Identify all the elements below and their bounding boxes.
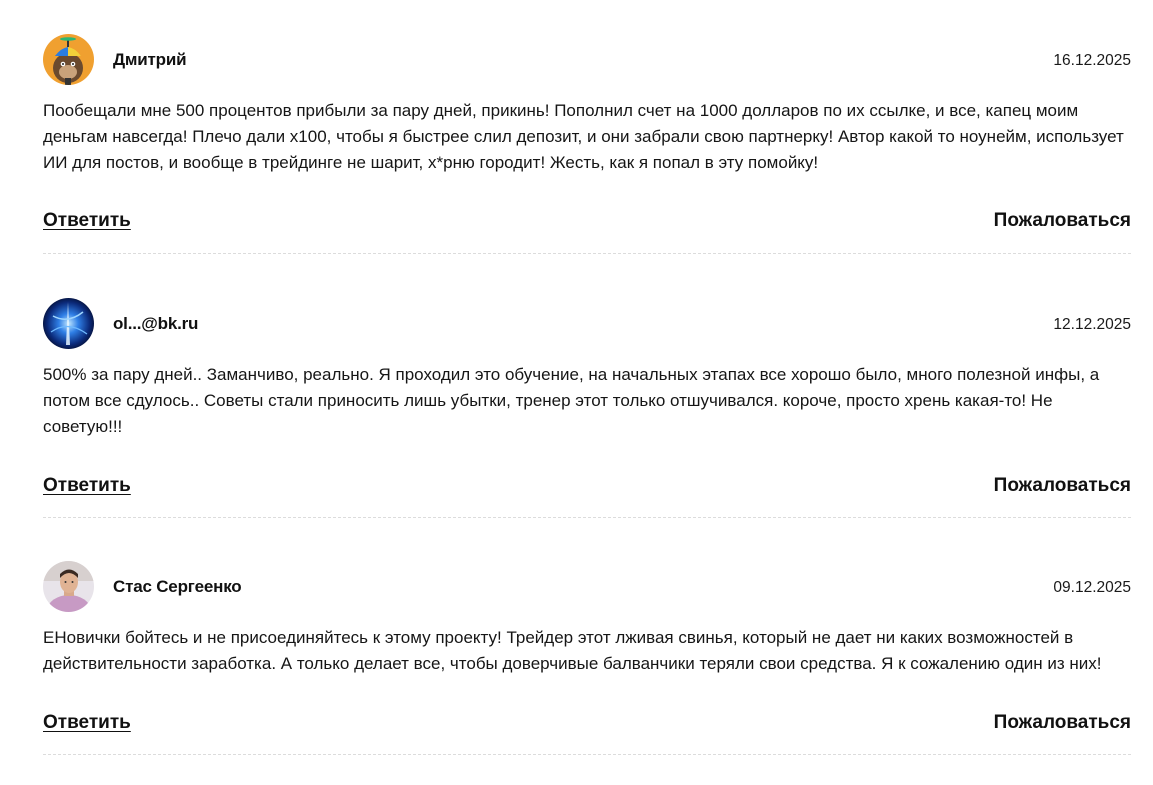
comment-actions: Ответить Пожаловаться	[43, 712, 1131, 738]
comment-date: 09.12.2025	[1053, 579, 1131, 596]
avatar[interactable]	[43, 298, 94, 349]
avatar[interactable]	[43, 561, 94, 612]
comment-text: ЕНовички бойтесь и не присоединяйтесь к …	[43, 628, 1102, 673]
user-photo-avatar-icon	[43, 561, 94, 612]
report-button[interactable]: Пожаловаться	[994, 712, 1131, 734]
blue-light-abstract-avatar-icon	[43, 298, 94, 349]
comment-header: ol...@bk.ru 12.12.2025	[43, 298, 1131, 350]
comment-author: Стас Сергеенко	[113, 577, 242, 596]
reply-button[interactable]: Ответить	[43, 475, 131, 497]
comment-author: ol...@bk.ru	[113, 314, 199, 333]
comment-actions: Ответить Пожаловаться	[43, 475, 1131, 501]
comment-item: Стас Сергеенко 09.12.2025 ЕНовички бойте…	[43, 561, 1131, 755]
comment-header: Дмитрий 16.12.2025	[43, 34, 1131, 86]
reply-button[interactable]: Ответить	[43, 210, 131, 232]
comment-header: Стас Сергеенко 09.12.2025	[43, 561, 1131, 613]
comment-divider	[43, 754, 1131, 755]
comment-actions: Ответить Пожаловаться	[43, 210, 1131, 236]
report-button[interactable]: Пожаловаться	[994, 475, 1131, 497]
comments-list: Дмитрий 16.12.2025 Пообещали мне 500 про…	[0, 0, 1153, 785]
comment-date: 16.12.2025	[1053, 52, 1131, 69]
comment-item: Дмитрий 16.12.2025 Пообещали мне 500 про…	[43, 34, 1131, 254]
reply-button[interactable]: Ответить	[43, 712, 131, 734]
comment-item: ol...@bk.ru 12.12.2025 500% за пару дней…	[43, 298, 1131, 518]
avatar[interactable]	[43, 34, 94, 85]
comment-divider	[43, 517, 1131, 518]
comment-date: 12.12.2025	[1053, 316, 1131, 333]
comment-text: Пообещали мне 500 процентов прибыли за п…	[43, 101, 1124, 172]
cartoon-ape-with-propeller-cap-icon	[43, 34, 94, 85]
report-button[interactable]: Пожаловаться	[994, 210, 1131, 232]
comment-divider	[43, 253, 1131, 254]
comment-text: 500% за пару дней.. Заманчиво, реально. …	[43, 365, 1100, 436]
comment-author: Дмитрий	[113, 50, 187, 69]
